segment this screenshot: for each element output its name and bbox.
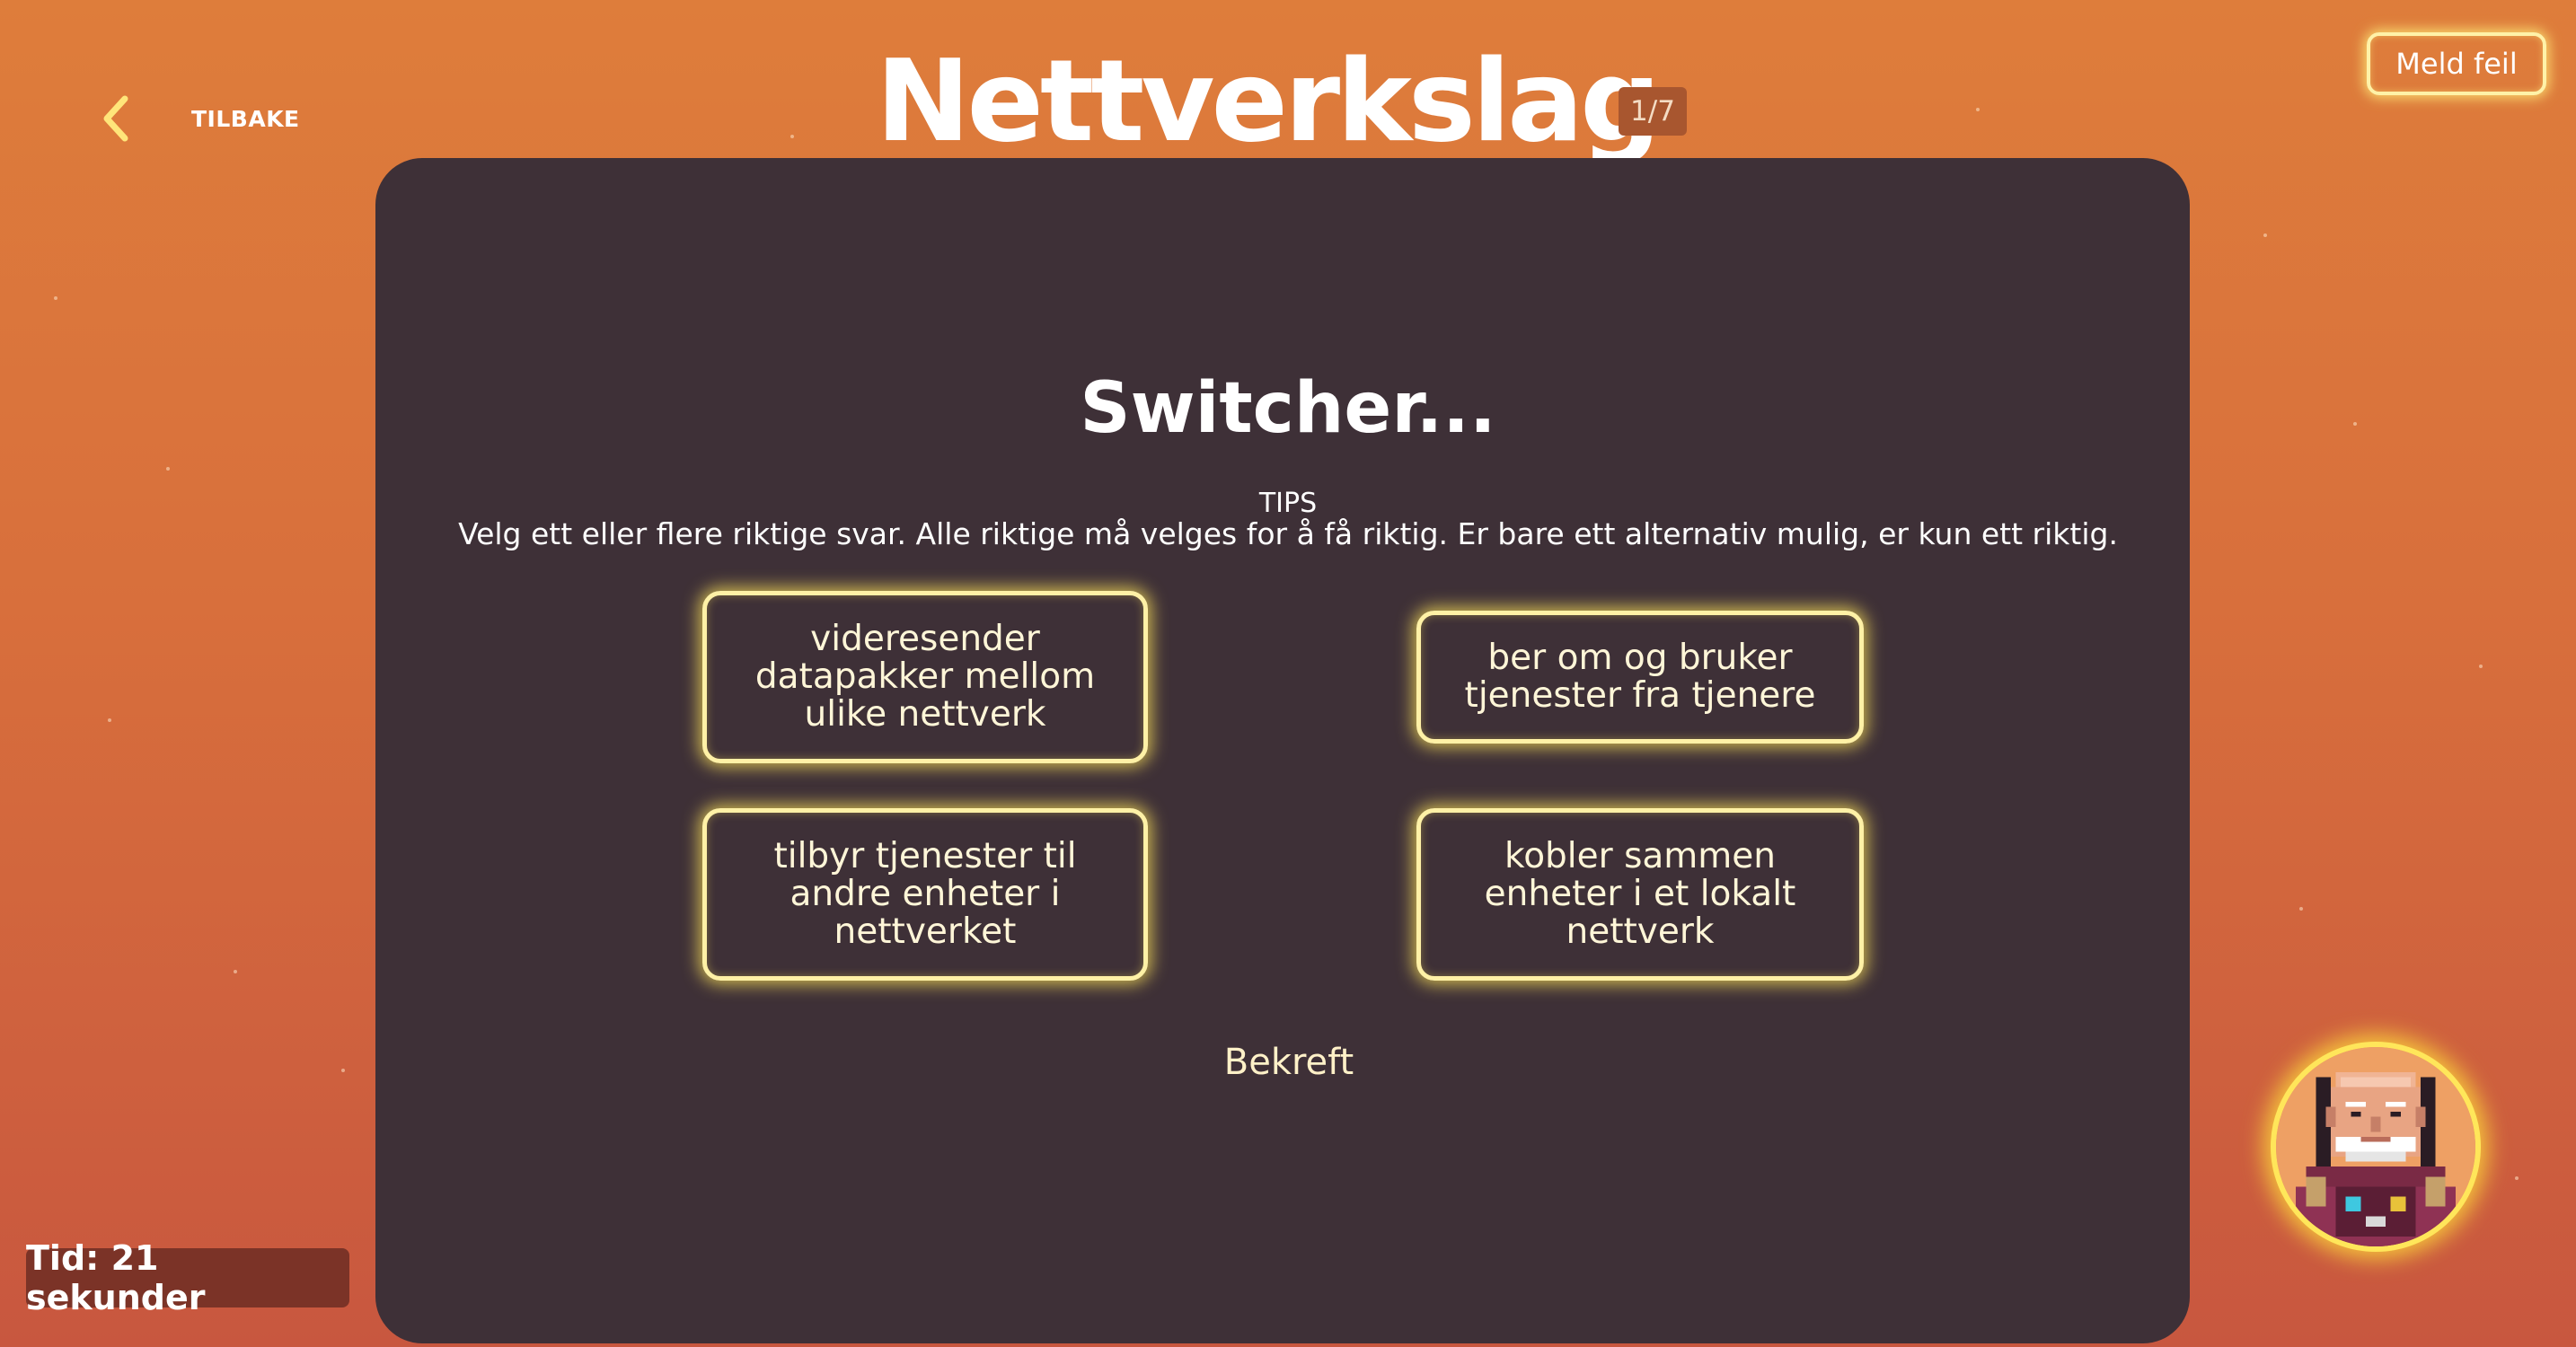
tips-text: Velg ett eller flere riktige svar. Alle … <box>458 516 2118 551</box>
star <box>2299 907 2303 911</box>
answer-option-1[interactable]: videresender datapakker mellom ulike net… <box>702 591 1148 763</box>
star <box>341 1069 345 1072</box>
page-title: Nettverkslag <box>876 35 1661 167</box>
astronaut-avatar-icon[interactable] <box>2271 1042 2481 1252</box>
star <box>2263 233 2267 237</box>
back-label: TILBAKE <box>191 105 300 132</box>
answer-option-2[interactable]: ber om og bruker tjenester fra tjenere <box>1416 611 1864 744</box>
chevron-left-icon <box>103 95 128 142</box>
star <box>166 467 170 471</box>
star <box>2479 665 2483 668</box>
star <box>54 296 57 300</box>
star <box>2515 1176 2519 1180</box>
star <box>1976 108 1980 111</box>
star <box>108 718 111 722</box>
answer-option-3[interactable]: tilbyr tjenester til andre enheter i net… <box>702 808 1148 981</box>
progress-badge: 1/7 <box>1619 87 1687 136</box>
answer-option-4[interactable]: kobler sammen enheter i et lokalt nettve… <box>1416 808 1864 981</box>
quiz-panel <box>375 158 2190 1343</box>
star <box>234 970 237 973</box>
confirm-button[interactable]: Bekreft <box>1204 1042 1374 1092</box>
back-button[interactable]: TILBAKE <box>94 90 300 147</box>
star <box>790 135 794 138</box>
question-text: Switcher... <box>1080 368 1496 449</box>
tips-heading: TIPS <box>1258 488 1318 519</box>
report-error-button[interactable]: Meld feil <box>2367 32 2546 95</box>
timer-badge: Tid: 21 sekunder <box>26 1238 349 1317</box>
